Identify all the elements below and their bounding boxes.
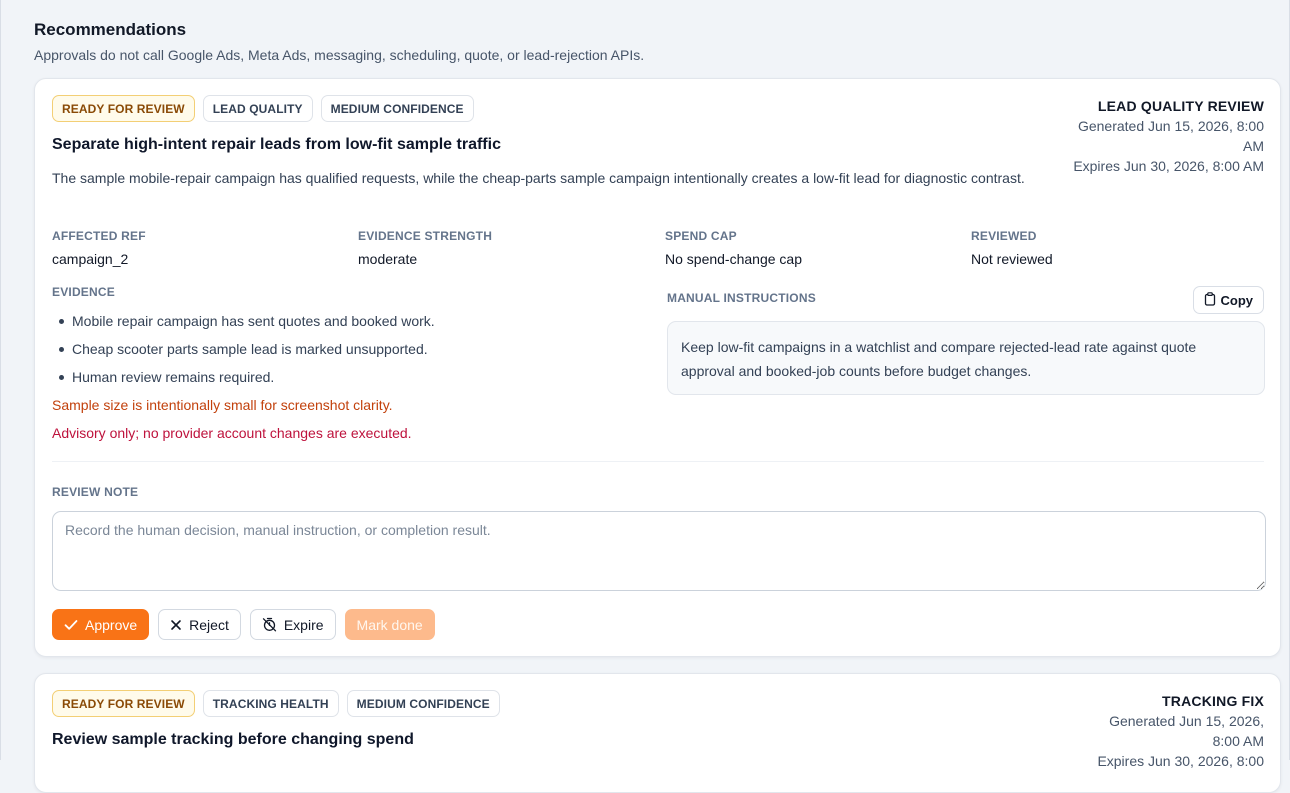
field-value: moderate (358, 251, 418, 267)
field-value: No spend-change cap (665, 251, 802, 267)
card-title: Review sample tracking before changing s… (52, 731, 414, 748)
category-badge: LEAD QUALITY (202, 95, 313, 122)
status-badge: READY FOR REVIEW (52, 95, 195, 122)
evidence-item: Mobile repair campaign has sent quotes a… (52, 309, 435, 337)
action-row: Approve Reject Expire Mark done (52, 609, 435, 640)
expires-date: Expires Jun 30, 2026, 8:00 (1097, 753, 1264, 769)
field-label: EVIDENCE STRENGTH (358, 229, 493, 243)
section-subtitle: Approvals do not call Google Ads, Meta A… (34, 47, 645, 63)
card-title: Separate high-intent repair leads from l… (52, 136, 501, 153)
advisory-text: Advisory only; no provider account chang… (52, 425, 412, 441)
divider (52, 461, 1264, 462)
evidence-item: Human review remains required. (52, 365, 435, 393)
recommendation-card: READY FOR REVIEW TRACKING HEALTH MEDIUM … (34, 673, 1281, 793)
approve-button[interactable]: Approve (52, 609, 150, 640)
reject-label: Reject (189, 616, 229, 633)
card-dates: Generated Jun 15, 2026, 8:00 AM Expires … (1084, 711, 1264, 771)
section-title: Recommendations (34, 20, 187, 39)
close-icon (170, 619, 182, 631)
copy-button[interactable]: Copy (1192, 286, 1264, 314)
field-value: Not reviewed (971, 251, 1053, 267)
evidence-label: EVIDENCE (52, 285, 115, 299)
badge-row: READY FOR REVIEW LEAD QUALITY MEDIUM CON… (52, 95, 474, 122)
category-badge: TRACKING HEALTH (202, 690, 339, 717)
review-note-label: REVIEW NOTE (52, 485, 139, 499)
evidence-list: Mobile repair campaign has sent quotes a… (52, 309, 435, 393)
clipboard-icon (1204, 291, 1216, 309)
recommendation-type: LEAD QUALITY REVIEW (1097, 98, 1264, 114)
field-value: campaign_2 (52, 251, 129, 267)
warning-text: Sample size is intentionally small for s… (52, 397, 393, 413)
card-description: The sample mobile-repair campaign has qu… (52, 170, 1025, 186)
recommendation-card: READY FOR REVIEW LEAD QUALITY MEDIUM CON… (34, 78, 1281, 657)
check-icon (64, 619, 78, 631)
field-reviewed: REVIEWED Not reviewed (971, 229, 1053, 267)
mark-done-button[interactable]: Mark done (344, 609, 435, 640)
field-label: SPEND CAP (665, 229, 737, 243)
reject-button[interactable]: Reject (158, 609, 241, 640)
card-dates: Generated Jun 15, 2026, 8:00 AM Expires … (1044, 116, 1264, 176)
evidence-item: Cheap scooter parts sample lead is marke… (52, 337, 435, 365)
expire-button[interactable]: Expire (249, 609, 336, 640)
generated-date-cont: 8:00 AM (1212, 733, 1264, 749)
manual-instructions-label: MANUAL INSTRUCTIONS (667, 291, 816, 305)
page-left-border (0, 0, 1, 760)
confidence-badge: MEDIUM CONFIDENCE (320, 95, 474, 122)
field-label: REVIEWED (971, 229, 1037, 243)
generated-date-cont: AM (1243, 138, 1264, 154)
expires-date: Expires Jun 30, 2026, 8:00 AM (1073, 158, 1264, 174)
expire-label: Expire (283, 616, 324, 633)
generated-date: Generated Jun 15, 2026, 8:00 (1077, 118, 1264, 134)
field-spend-cap: SPEND CAP No spend-change cap (665, 229, 802, 267)
field-evidence-strength: EVIDENCE STRENGTH moderate (358, 229, 492, 267)
badge-row: READY FOR REVIEW TRACKING HEALTH MEDIUM … (52, 690, 500, 717)
field-label: AFFECTED REF (52, 229, 146, 243)
generated-date: Generated Jun 15, 2026, (1109, 713, 1264, 729)
manual-instructions-box: Keep low-fit campaigns in a watchlist an… (667, 321, 1265, 395)
confidence-badge: MEDIUM CONFIDENCE (346, 690, 500, 717)
timer-off-icon (262, 617, 277, 632)
field-affected-ref: AFFECTED REF campaign_2 (52, 229, 146, 267)
recommendation-type: TRACKING FIX (1162, 693, 1264, 709)
approve-label: Approve (85, 616, 138, 633)
review-note-input[interactable] (52, 511, 1266, 591)
copy-label: Copy (1220, 292, 1254, 308)
status-badge: READY FOR REVIEW (52, 690, 195, 717)
